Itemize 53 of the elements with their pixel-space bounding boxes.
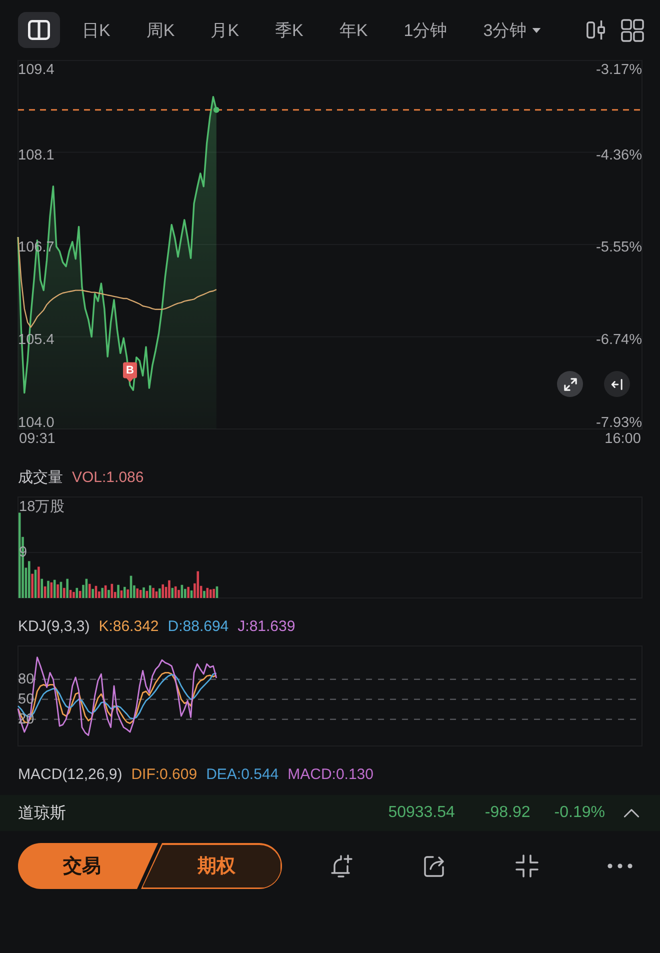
arrow-to-bar-icon — [611, 378, 623, 390]
chart-tab[interactable]: 月K — [192, 12, 258, 48]
percent-axis-label: -4.36% — [596, 147, 642, 164]
ticker-change-percent: -0.19% — [554, 804, 605, 822]
candlestick-icon[interactable] — [586, 19, 607, 41]
share-icon[interactable] — [421, 853, 447, 879]
percent-axis-label: -7.93% — [596, 415, 642, 431]
indicator-reading: DEA:0.544 — [206, 765, 279, 785]
bell-plus-icon[interactable] — [328, 853, 354, 879]
trade-button[interactable]: 交易 — [18, 843, 158, 889]
price-axis-label: 104.0 — [18, 415, 54, 431]
fullscreen-button[interactable] — [557, 371, 583, 397]
expand-icon — [564, 378, 576, 390]
columns-icon — [28, 20, 50, 40]
last-price-dot — [213, 106, 220, 113]
percent-axis-label: -3.17% — [596, 62, 642, 78]
chart-tab[interactable]: 3分钟 — [465, 12, 559, 48]
indicator-reading: D:88.694 — [168, 617, 229, 637]
percent-axis-label: -5.55% — [596, 240, 642, 256]
annotation: B — [126, 364, 134, 376]
kdj-axis-label: 80 — [18, 671, 34, 688]
percent-axis-label: -6.74% — [596, 332, 642, 348]
indicator-reading: K:86.342 — [98, 617, 159, 637]
chart-tab[interactable]: 季K — [257, 12, 322, 48]
jump-to-end-button[interactable] — [604, 371, 630, 397]
time-axis-label: 09:31 — [19, 431, 56, 447]
chart-tab[interactable]: 周K — [128, 12, 193, 48]
indicator-title: MACD(12,26,9) — [18, 765, 122, 785]
ticker-change: -98.92 — [484, 804, 530, 822]
indicator-reading: DIF:0.609 — [131, 765, 198, 785]
ticker-bar[interactable]: 道琼斯 50933.54 -98.92 -0.19% — [0, 795, 660, 831]
options-button[interactable]: 期权 — [141, 843, 282, 889]
chevron-up-icon[interactable] — [623, 808, 640, 818]
price-axis-label: 108.1 — [18, 147, 54, 164]
indicator-reading: J:81.639 — [238, 617, 296, 637]
trade-marker: B — [123, 362, 137, 382]
time-axis-label: 16:00 — [604, 431, 641, 447]
chart-tab[interactable] — [18, 12, 60, 48]
volume-axis-label: 18万股 — [19, 499, 66, 516]
caret-icon — [532, 28, 541, 32]
chart-tab[interactable]: 日K — [64, 12, 128, 48]
indicator-title: KDJ(9,3,3) — [18, 617, 90, 637]
indicator-title: 成交量 — [18, 468, 63, 488]
ticker-price: 50933.54 — [388, 804, 455, 822]
indicator-reading: MACD:0.130 — [288, 765, 374, 785]
ticker-name: 道琼斯 — [18, 804, 66, 824]
more-icon[interactable] — [607, 863, 633, 869]
grid-icon[interactable] — [621, 18, 644, 42]
collapse-icon[interactable] — [514, 853, 540, 879]
chart-tab[interactable]: 1分钟 — [386, 12, 466, 48]
indicator-reading: VOL:1.086 — [72, 468, 144, 488]
price-axis-label: 109.4 — [18, 62, 54, 78]
chart-tab[interactable]: 年K — [321, 12, 386, 48]
